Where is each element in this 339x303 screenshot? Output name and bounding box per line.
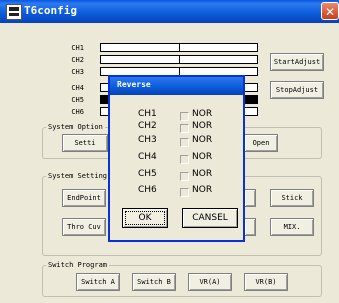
open-button[interactable]: Open xyxy=(244,134,278,152)
mix-button[interactable]: MIX. xyxy=(270,218,314,236)
ch2-checkbox[interactable] xyxy=(180,124,189,133)
vr-a-button[interactable]: VR(A) xyxy=(188,273,232,291)
switch-program-label: Switch Program xyxy=(46,261,110,269)
ch3-checkbox[interactable] xyxy=(180,138,189,147)
hidden-button[interactable] xyxy=(244,218,256,236)
ch1-checkbox[interactable] xyxy=(180,112,189,121)
channel-label: CH2 xyxy=(71,56,84,64)
channel-label: CH4 xyxy=(71,84,84,92)
channel-bar xyxy=(100,43,258,52)
switch-b-button[interactable]: Switch B xyxy=(132,273,176,291)
dialog-channel-label: CH2 xyxy=(138,121,157,131)
nor-label: NOR xyxy=(192,135,213,145)
nor-label: NOR xyxy=(192,152,213,162)
endpoint-button[interactable]: EndPoint xyxy=(62,189,106,207)
ch6-checkbox[interactable] xyxy=(180,188,189,197)
channel-label: CH6 xyxy=(71,108,84,116)
dialog-channel-label: CH1 xyxy=(138,109,157,119)
start-adjust-button[interactable]: StartAdjust xyxy=(270,53,324,71)
nor-label: NOR xyxy=(192,169,213,179)
dialog-channel-label: CH4 xyxy=(138,152,157,162)
stop-adjust-button[interactable]: StopAdjust xyxy=(270,81,324,99)
channel-label: CH5 xyxy=(71,96,84,104)
channel-bar xyxy=(100,55,258,64)
title-bar[interactable]: T6config ✕ xyxy=(0,0,339,23)
dialog-channel-label: CH5 xyxy=(138,169,157,179)
hidden-button[interactable] xyxy=(244,189,256,207)
main-window: T6config ✕ CH1 CH2 CH3 CH4 CH5 CH6 Start… xyxy=(0,0,339,303)
cancel-button[interactable]: CANSEL xyxy=(182,208,238,228)
dialog-title: Reverse xyxy=(117,80,151,89)
nor-label: NOR xyxy=(192,121,213,131)
channel-label: CH3 xyxy=(71,68,84,76)
stick-button[interactable]: Stick xyxy=(270,189,314,207)
nor-label: NOR xyxy=(192,109,213,119)
app-icon xyxy=(6,4,22,20)
settings-button[interactable]: Setti xyxy=(62,134,108,152)
dialog-title-bar[interactable]: Reverse xyxy=(110,77,243,95)
reverse-dialog: Reverse CH1 NOR CH2 NOR CH3 NOR CH4 NOR … xyxy=(108,75,245,242)
dialog-channel-label: CH3 xyxy=(138,135,157,145)
nor-label: NOR xyxy=(192,185,213,195)
channel-label: CH1 xyxy=(71,44,84,52)
ch4-checkbox[interactable] xyxy=(180,155,189,164)
ch5-checkbox[interactable] xyxy=(180,172,189,181)
vr-b-button[interactable]: VR(B) xyxy=(244,273,288,291)
system-option-label: System Option xyxy=(46,123,105,131)
close-button[interactable]: ✕ xyxy=(321,2,339,20)
switch-a-button[interactable]: Switch A xyxy=(76,273,120,291)
system-setting-label: System Setting xyxy=(46,172,110,180)
thro-cuv-button[interactable]: Thro Cuv xyxy=(62,218,106,236)
window-title: T6config xyxy=(24,4,77,17)
ok-button[interactable]: OK xyxy=(122,208,168,228)
dialog-channel-label: CH6 xyxy=(138,185,157,195)
